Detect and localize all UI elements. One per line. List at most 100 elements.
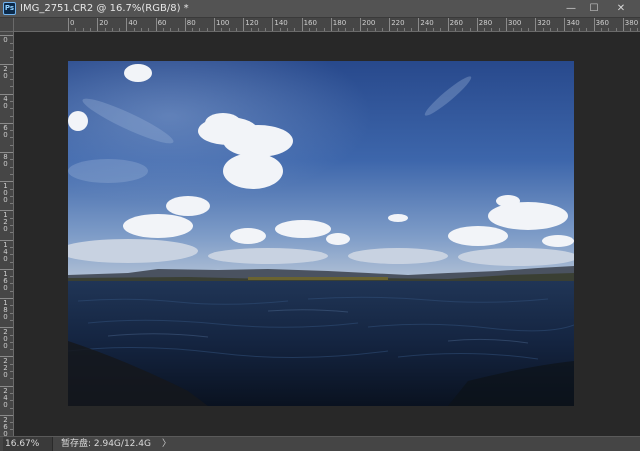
ruler-h-minor-tick bbox=[381, 28, 383, 31]
document-canvas-image[interactable] bbox=[68, 61, 574, 406]
ruler-v-minor-tick bbox=[10, 378, 13, 380]
ruler-v-minor-tick bbox=[10, 349, 13, 351]
ruler-v-minor-tick bbox=[10, 173, 13, 175]
ruler-v-minor-tick bbox=[10, 232, 13, 234]
ruler-h-minor-tick bbox=[294, 28, 296, 31]
photoshop-window: Ps IMG_2751.CR2 @ 16.7%(RGB/8) * — ☐ ✕ 0… bbox=[0, 0, 640, 451]
ruler-h-minor-tick bbox=[615, 28, 617, 31]
ruler-h-minor-tick bbox=[228, 28, 230, 31]
ruler-h-minor-tick bbox=[520, 28, 522, 31]
ruler-h-minor-tick bbox=[75, 28, 77, 31]
ruler-v-minor-tick bbox=[10, 334, 13, 336]
ruler-h-label: 300 bbox=[508, 19, 522, 27]
ruler-h-minor-tick bbox=[323, 28, 325, 31]
ruler-v-minor-tick bbox=[10, 86, 13, 88]
ruler-h-minor-tick bbox=[579, 28, 580, 31]
ruler-h-minor-tick bbox=[287, 28, 288, 31]
ruler-h-major-tick bbox=[330, 18, 332, 31]
ruler-v-label: 120 bbox=[3, 211, 8, 234]
ruler-h-label: 80 bbox=[186, 19, 196, 27]
ruler-h-minor-tick bbox=[454, 28, 456, 31]
ruler-v-label: 160 bbox=[3, 269, 8, 292]
ruler-v-minor-tick bbox=[10, 130, 13, 132]
ruler-v-minor-tick bbox=[10, 57, 13, 59]
status-menu-arrow-icon[interactable]: 〉 bbox=[162, 437, 172, 451]
ruler-v-minor-tick bbox=[10, 283, 13, 285]
close-button[interactable]: ✕ bbox=[610, 1, 632, 16]
ruler-h-major-tick bbox=[243, 18, 245, 31]
ruler-h-minor-tick bbox=[104, 28, 106, 31]
ruler-v-minor-tick bbox=[10, 246, 13, 248]
ruler-h-minor-tick bbox=[396, 28, 398, 31]
horizontal-ruler[interactable]: 0 20 40 60 80 100 120 140 160 180 200 220 240 260 280 3… bbox=[14, 18, 640, 32]
ruler-v-minor-tick bbox=[10, 363, 13, 365]
pasteboard-right-edge bbox=[626, 33, 640, 436]
ruler-h-label: 160 bbox=[303, 19, 317, 27]
ruler-h-minor-tick bbox=[411, 28, 413, 31]
ruler-h-major-tick bbox=[155, 18, 157, 31]
ruler-v-minor-tick bbox=[10, 166, 13, 168]
ruler-v-minor-tick bbox=[10, 144, 13, 146]
ruler-v-minor-tick bbox=[10, 276, 13, 278]
ruler-h-minor-tick bbox=[600, 28, 602, 31]
ruler-h-minor-tick bbox=[433, 28, 434, 31]
ruler-v-minor-tick bbox=[10, 261, 13, 263]
ruler-v-minor-tick bbox=[10, 115, 13, 117]
ruler-h-minor-tick bbox=[345, 28, 347, 31]
vertical-ruler[interactable]: 20020406080100120140160180200220240260 bbox=[0, 32, 14, 436]
document-title[interactable]: IMG_2751.CR2 @ 16.7%(RGB/8) * bbox=[20, 2, 189, 15]
ruler-v-label: 180 bbox=[3, 299, 8, 321]
ruler-v-label: 240 bbox=[3, 386, 8, 409]
ruler-h-minor-tick bbox=[586, 28, 588, 31]
ruler-h-minor-tick bbox=[338, 28, 340, 31]
ruler-h-minor-tick bbox=[491, 28, 493, 31]
ruler-v-minor-tick bbox=[10, 371, 13, 372]
ruler-h-minor-tick bbox=[177, 28, 179, 31]
ruler-h-major-tick bbox=[622, 18, 624, 31]
ruler-v-minor-tick bbox=[10, 429, 13, 431]
ruler-h-minor-tick bbox=[119, 28, 121, 31]
zoom-level-field[interactable]: 16.67% bbox=[3, 437, 53, 451]
ruler-h-major-tick bbox=[360, 18, 361, 31]
ruler-h-major-tick bbox=[418, 18, 420, 31]
ruler-v-label: 80 bbox=[3, 153, 8, 168]
ruler-h-major-tick bbox=[272, 18, 274, 31]
ruler-v-minor-tick bbox=[10, 203, 13, 205]
ruler-h-major-tick bbox=[214, 18, 215, 31]
ruler-h-minor-tick bbox=[111, 28, 113, 31]
ruler-v-label: 20 bbox=[3, 65, 8, 81]
ruler-v-minor-tick bbox=[10, 108, 13, 110]
ruler-h-minor-tick bbox=[549, 28, 551, 31]
ruler-h-major-tick bbox=[97, 18, 99, 31]
ruler-origin-corner[interactable] bbox=[0, 18, 14, 32]
ruler-v-minor-tick bbox=[10, 341, 13, 343]
ruler-v-minor-tick bbox=[10, 400, 13, 402]
ruler-h-minor-tick bbox=[221, 28, 223, 31]
ruler-h-minor-tick bbox=[367, 28, 369, 31]
maximize-button[interactable]: ☐ bbox=[583, 1, 605, 16]
ruler-v-minor-tick bbox=[10, 159, 13, 161]
ruler-h-minor-tick bbox=[469, 28, 471, 31]
ruler-h-minor-tick bbox=[235, 28, 237, 31]
document-tab-bar: Ps IMG_2751.CR2 @ 16.7%(RGB/8) * — ☐ ✕ bbox=[0, 0, 640, 18]
ruler-v-minor-tick bbox=[10, 225, 13, 226]
ruler-h-label: 320 bbox=[537, 19, 551, 27]
ruler-v-label: 40 bbox=[3, 94, 8, 110]
ruler-h-minor-tick bbox=[557, 28, 559, 31]
ruler-h-minor-tick bbox=[82, 28, 84, 31]
ruler-h-minor-tick bbox=[206, 28, 208, 31]
ruler-h-major-tick bbox=[184, 18, 186, 31]
ruler-h-minor-tick bbox=[257, 28, 259, 31]
ruler-h-minor-tick bbox=[141, 28, 142, 31]
ruler-h-minor-tick bbox=[89, 28, 91, 31]
ruler-v-minor-tick bbox=[10, 137, 13, 139]
ruler-h-label: 100 bbox=[216, 19, 230, 27]
ruler-v-minor-tick bbox=[10, 422, 13, 424]
ruler-v-label: 220 bbox=[3, 357, 8, 380]
minimize-button[interactable]: — bbox=[560, 1, 582, 16]
ruler-h-label: 360 bbox=[595, 19, 609, 27]
ruler-h-major-tick bbox=[535, 18, 537, 31]
ruler-v-minor-tick bbox=[10, 49, 13, 51]
ruler-h-major-tick bbox=[447, 18, 449, 31]
ruler-h-minor-tick bbox=[498, 28, 500, 31]
